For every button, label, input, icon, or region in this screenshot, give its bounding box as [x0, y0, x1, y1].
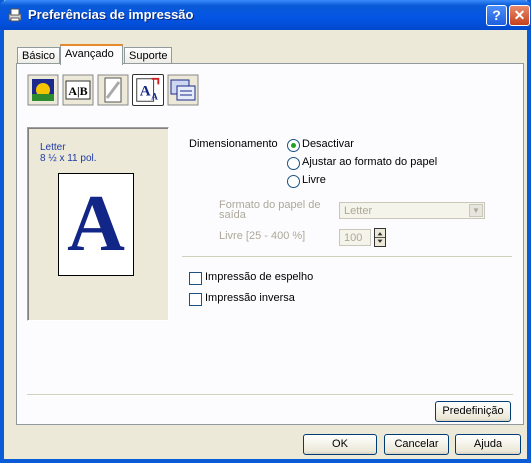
- preview-paper: A: [58, 173, 134, 276]
- tab-label: Avançado: [65, 48, 114, 60]
- title-bar[interactable]: Preferências de impressão ? ✕: [0, 0, 531, 30]
- cancel-button[interactable]: Cancelar: [384, 434, 449, 455]
- preview-area: Letter 8 ½ x 11 pol. A: [30, 130, 164, 316]
- window-title: Preferências de impressão: [28, 7, 194, 22]
- close-button[interactable]: ✕: [509, 5, 530, 26]
- spinner-arrows-icon[interactable]: [374, 228, 386, 247]
- tab-avancado[interactable]: Avançado: [60, 44, 123, 65]
- radio-desactivar-label[interactable]: Desactivar: [302, 138, 354, 150]
- scaling-icon[interactable]: A A: [132, 74, 164, 106]
- help-button[interactable]: Ajuda: [455, 434, 521, 455]
- paper-preview: Letter 8 ½ x 11 pol. A: [27, 127, 169, 321]
- tab-label: Suporte: [129, 50, 168, 62]
- tab-label: Básico: [22, 50, 56, 62]
- watermark-copy-icon[interactable]: [97, 74, 129, 106]
- mirror-print-checkbox[interactable]: [189, 272, 202, 285]
- mirror-print-label[interactable]: Impressão de espelho: [205, 271, 313, 283]
- chevron-down-icon[interactable]: ▼: [469, 204, 483, 217]
- output-paper-label-2: saída: [219, 209, 246, 221]
- radio-livre[interactable]: [287, 175, 300, 188]
- free-scale-value: 100: [344, 232, 363, 244]
- preview-paper-size: 8 ½ x 11 pol.: [40, 153, 97, 164]
- radio-ajustar-label[interactable]: Ajustar ao formato do papel: [302, 156, 437, 168]
- svg-text:A: A: [140, 84, 151, 100]
- svg-text:A: A: [151, 92, 158, 102]
- help-title-button[interactable]: ?: [486, 5, 507, 26]
- separator: [27, 394, 513, 396]
- radio-desactivar[interactable]: [287, 139, 300, 152]
- free-scale-label: Livre [25 - 400 %]: [219, 230, 306, 242]
- advanced-panel: A|B A A Letter 8 ½ x 11 pol. A Dimension…: [16, 63, 524, 425]
- output-paper-value: Letter: [344, 205, 373, 217]
- radio-livre-label[interactable]: Livre: [302, 174, 326, 186]
- preview-paper-name: Letter: [40, 142, 66, 153]
- tab-suporte[interactable]: Suporte: [124, 47, 172, 64]
- color-quality-icon[interactable]: [27, 74, 59, 106]
- tab-basico[interactable]: Básico: [17, 47, 60, 64]
- reverse-print-checkbox[interactable]: [189, 293, 202, 306]
- duplex-ab-icon[interactable]: A|B: [62, 74, 94, 106]
- scaling-label: Dimensionamento: [189, 138, 278, 150]
- ok-button[interactable]: OK: [303, 434, 377, 455]
- svg-text:A|B: A|B: [68, 84, 87, 98]
- print-preferences-window: Preferências de impressão ? ✕ Básico Ava…: [0, 0, 531, 463]
- device-options-icon[interactable]: [167, 74, 199, 106]
- separator: [182, 256, 512, 258]
- default-button[interactable]: Predefinição: [435, 401, 511, 422]
- free-scale-input[interactable]: 100: [339, 229, 371, 246]
- reverse-print-label[interactable]: Impressão inversa: [205, 292, 295, 304]
- radio-ajustar[interactable]: [287, 157, 300, 170]
- output-paper-select[interactable]: Letter ▼: [339, 202, 485, 219]
- printer-icon: [8, 8, 22, 22]
- preview-letter: A: [67, 180, 125, 268]
